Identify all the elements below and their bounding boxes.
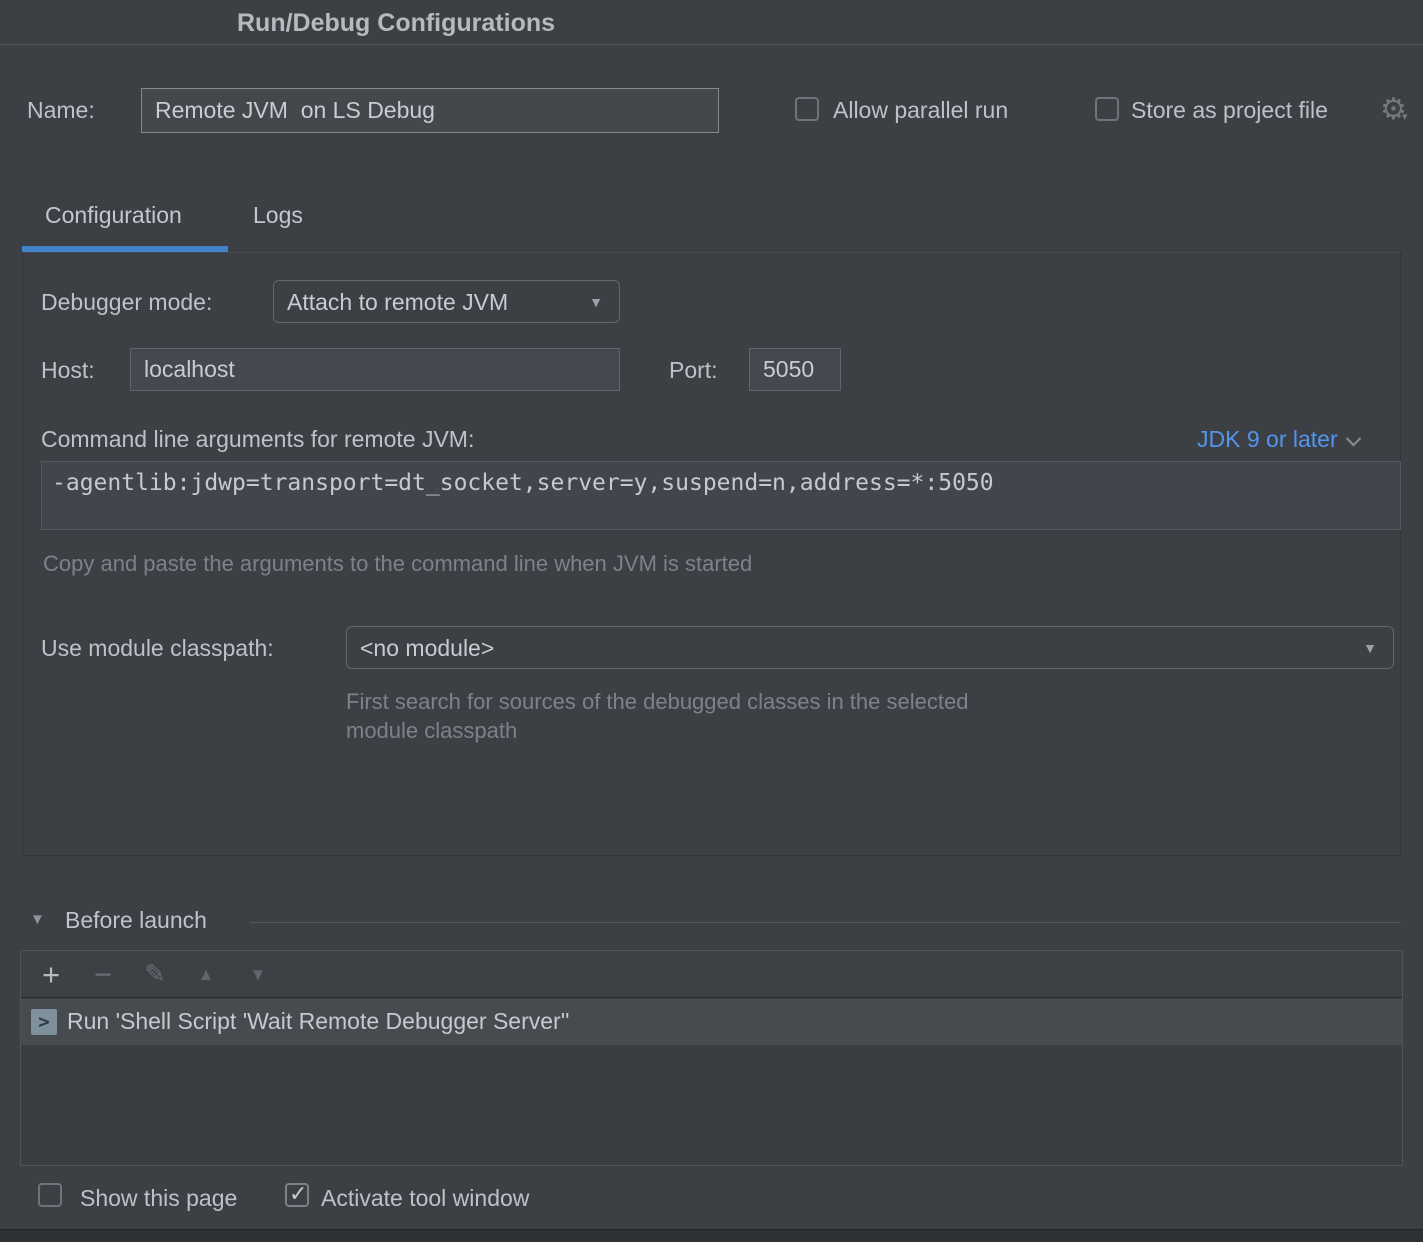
before-launch-toolbar: + − ✎ ▲ ▼ (21, 951, 1402, 998)
move-down-button[interactable]: ▼ (238, 951, 278, 998)
tab-logs[interactable]: Logs (253, 202, 303, 229)
show-this-page-label: Show this page (80, 1185, 237, 1212)
before-launch-panel: + − ✎ ▲ ▼ > Run 'Shell Script 'Wait Remo… (20, 950, 1403, 1166)
store-as-project-file-checkbox[interactable] (1095, 97, 1119, 121)
jdk-version-link[interactable]: JDK 9 or later (1197, 426, 1359, 453)
minus-icon: − (94, 957, 112, 992)
activate-tool-window-checkbox[interactable]: ✓ (285, 1183, 309, 1207)
arrow-up-icon: ▲ (198, 965, 215, 984)
configuration-panel: Debugger mode: Attach to remote JVM ▼ Ho… (22, 252, 1401, 856)
name-input[interactable] (141, 88, 719, 133)
show-this-page-checkbox[interactable] (38, 1183, 62, 1207)
chevron-down-icon: ▾ (1402, 110, 1408, 123)
before-launch-title: Before launch (65, 907, 207, 934)
shell-script-icon: > (31, 1009, 57, 1035)
add-task-button[interactable]: + (31, 951, 71, 998)
cmdline-label: Command line arguments for remote JVM: (41, 426, 474, 453)
dialog-titlebar: Run/Debug Configurations (0, 0, 1423, 45)
pencil-icon: ✎ (145, 960, 166, 988)
allow-parallel-run-label: Allow parallel run (833, 97, 1008, 124)
port-label: Port: (669, 357, 718, 384)
bottom-bar (0, 1229, 1423, 1242)
cmdline-textarea[interactable]: -agentlib:jdwp=transport=dt_socket,serve… (41, 461, 1401, 530)
before-launch-collapse-icon[interactable]: ▼ (30, 911, 45, 928)
move-up-button[interactable]: ▲ (186, 951, 226, 998)
module-classpath-value: <no module> (360, 635, 494, 662)
debugger-mode-value: Attach to remote JVM (287, 289, 508, 316)
name-label: Name: (27, 97, 95, 124)
remove-task-button[interactable]: − (83, 951, 123, 998)
arrow-down-icon: ▼ (250, 965, 267, 984)
module-classpath-label: Use module classpath: (41, 635, 274, 662)
host-input[interactable] (130, 348, 620, 391)
module-classpath-select[interactable]: <no module> ▼ (346, 626, 1394, 669)
chevron-down-icon (1345, 431, 1361, 447)
port-input[interactable] (749, 348, 841, 391)
task-label: Run 'Shell Script 'Wait Remote Debugger … (67, 1008, 569, 1035)
run-debug-configurations-dialog: Run/Debug Configurations Name: Allow par… (0, 0, 1423, 1242)
before-launch-divider (250, 922, 1401, 923)
debugger-mode-select[interactable]: Attach to remote JVM ▼ (273, 280, 620, 323)
chevron-down-icon: ▼ (1363, 640, 1377, 656)
chevron-down-icon: ▼ (589, 294, 603, 310)
task-row[interactable]: > Run 'Shell Script 'Wait Remote Debugge… (21, 999, 1402, 1045)
store-as-project-file-label: Store as project file (1131, 97, 1328, 124)
dialog-title: Run/Debug Configurations (237, 9, 555, 38)
module-classpath-hint: First search for sources of the debugged… (346, 687, 1016, 745)
gear-icon[interactable]: ⚙ ▾ (1380, 92, 1407, 127)
debugger-mode-label: Debugger mode: (41, 289, 212, 316)
plus-icon: + (42, 957, 60, 992)
allow-parallel-run-checkbox[interactable] (795, 97, 819, 121)
edit-task-button[interactable]: ✎ (135, 951, 175, 998)
cmdline-hint: Copy and paste the arguments to the comm… (43, 549, 752, 578)
host-label: Host: (41, 357, 95, 384)
check-icon: ✓ (289, 1181, 307, 1207)
tab-configuration[interactable]: Configuration (45, 202, 182, 229)
activate-tool-window-label: Activate tool window (321, 1185, 529, 1212)
